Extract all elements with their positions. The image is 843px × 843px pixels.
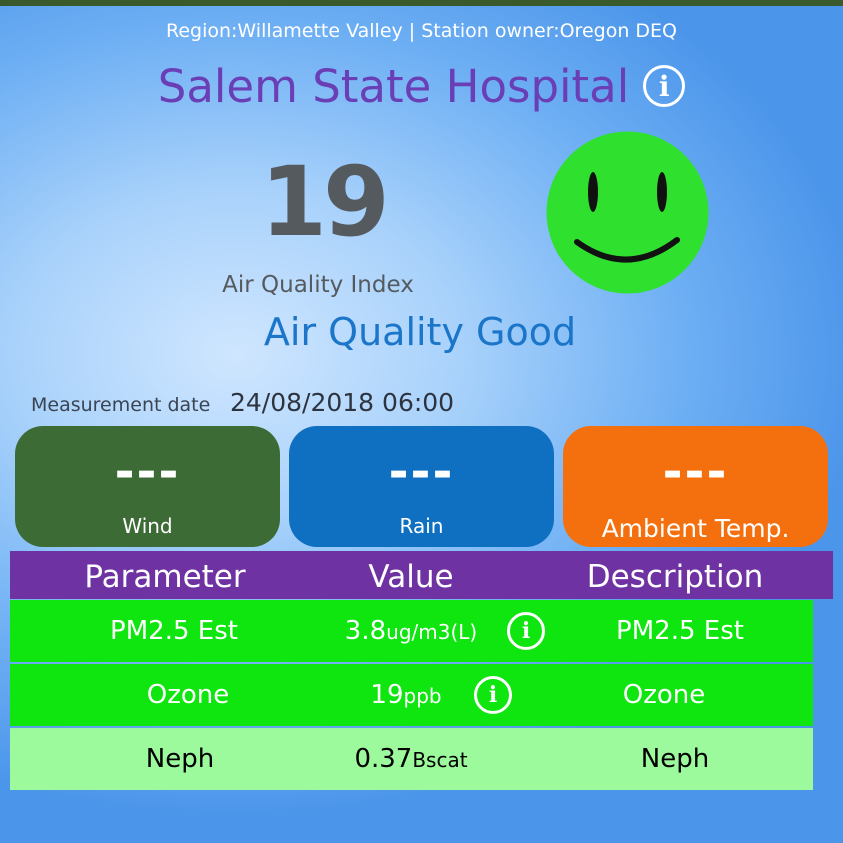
smiley-right-eye [657,172,667,212]
aqi-value: 19 [260,146,390,258]
info-icon[interactable]: i [474,676,512,714]
table-row: PM2.5 Est 3.8ug/m3(L) i PM2.5 Est [10,600,813,662]
station-name: Salem State Hospital [157,59,630,113]
wind-value: --- [114,444,181,500]
wind-label: Wind [122,514,173,538]
value-cell: 3.8ug/m3(L) [326,600,496,662]
info-glyph: i [658,69,670,103]
value-cell: 0.37Bscat [326,728,496,790]
ambient-temp-label: Ambient Temp. [601,514,790,543]
smiley-left-eye [588,172,598,212]
rain-label: Rain [399,514,444,538]
wind-card: --- Wind [15,426,280,547]
info-icon[interactable]: i [507,612,545,650]
top-bar [0,0,843,6]
rain-value: --- [388,444,455,500]
air-quality-status: Air Quality Good [263,310,577,354]
table-row: Ozone 19ppb i Ozone [10,664,813,726]
value-unit: ppb [403,684,442,708]
region-info: Region:Willamette Valley | Station owner… [165,20,677,42]
column-header-parameter: Parameter [84,559,246,595]
info-glyph: i [521,618,531,644]
table-row: Neph 0.37Bscat Neph [10,728,813,790]
description-cell: PM2.5 Est [616,616,744,646]
column-header-value: Value [368,559,454,595]
measurement-date-value: 24/08/2018 06:00 [230,388,455,417]
smiley-face-icon [546,131,709,294]
aqi-label: Air Quality Index [222,272,414,298]
value-number: 0.37 [354,744,413,774]
parameter-cell: Neph [145,744,215,774]
ambient-temp-card: --- Ambient Temp. [563,426,828,547]
value-unit: Bscat [412,748,468,772]
value-cell: 19ppb [346,664,466,726]
measurement-date-label: Measurement date [31,394,211,416]
parameter-cell: PM2.5 Est [110,616,238,646]
smiley-face-circle [546,131,709,294]
value-unit: ug/m3(L) [386,620,478,644]
ambient-temp-value: --- [662,444,729,500]
column-header-description: Description [586,559,764,595]
info-icon[interactable]: i [643,65,686,107]
station-header: Salem State Hospital i [0,55,843,117]
parameter-cell: Ozone [146,680,230,710]
table-header: Parameter Value Description [10,551,833,599]
value-number: 3.8 [344,616,387,646]
description-cell: Ozone [622,680,706,710]
info-glyph: i [488,682,498,708]
value-number: 19 [370,680,404,710]
rain-card: --- Rain [289,426,554,547]
description-cell: Neph [640,744,710,774]
